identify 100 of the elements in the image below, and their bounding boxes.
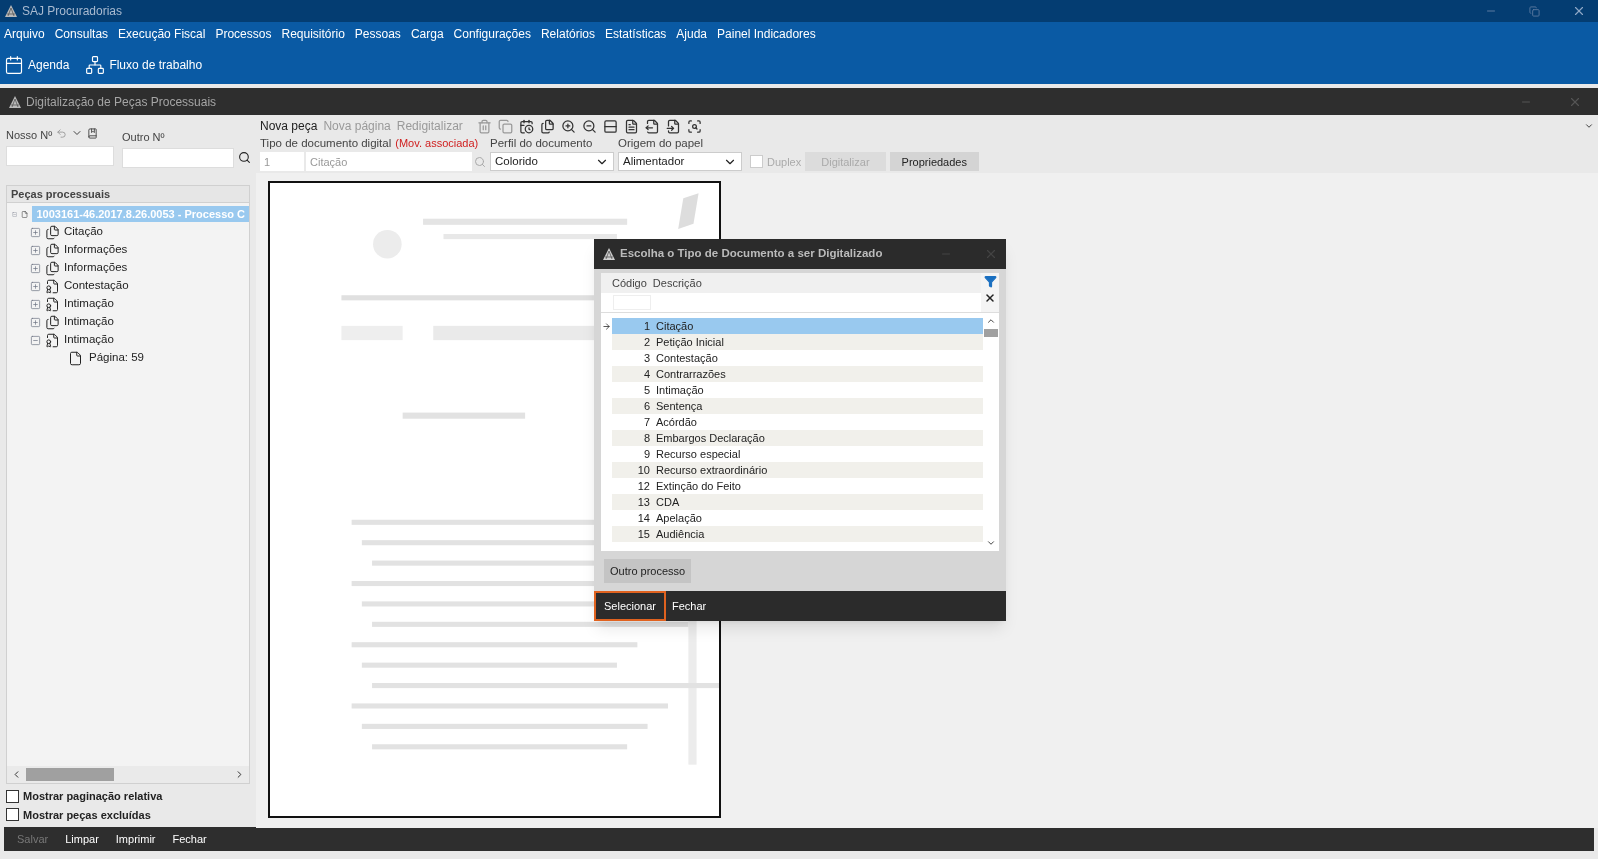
tree-item[interactable]: Intimação: [64, 331, 114, 349]
dropdown-icon[interactable]: [1584, 121, 1594, 131]
menu-item[interactable]: Painel Indicadores: [717, 25, 816, 43]
code-cell-text: 4: [642, 366, 650, 382]
scroll-down-icon[interactable]: [986, 538, 996, 548]
checkbox-label: Mostrar paginação relativa: [23, 789, 163, 804]
tree-item[interactable]: Intimação: [64, 313, 114, 331]
action-button[interactable]: Nova peça: [260, 117, 318, 135]
list-row[interactable]: 15 Audiência: [612, 526, 983, 542]
input-field[interactable]: [6, 145, 114, 166]
tree-item[interactable]: Intimação: [64, 295, 114, 313]
checkbox[interactable]: [6, 789, 19, 803]
list-row[interactable]: 8 Embargos Declaração: [612, 430, 983, 446]
menu-item[interactable]: Execução Fiscal: [118, 25, 206, 43]
filter-icon[interactable]: [983, 275, 997, 288]
menu-item[interactable]: Consultas: [54, 25, 109, 43]
scroll-up-icon[interactable]: [986, 316, 996, 326]
restore-icon[interactable]: [1529, 5, 1540, 17]
code-cell-text: 10: [636, 462, 650, 478]
list-row[interactable]: 6 Sentença: [612, 398, 983, 414]
code-cell-text: 14: [636, 510, 650, 526]
calendar-clock-icon[interactable]: [518, 118, 534, 134]
checkbox-label: Duplex: [767, 154, 802, 170]
column-header[interactable]: Descrição: [652, 274, 702, 292]
list-row[interactable]: 2 Petição Inicial: [612, 334, 983, 350]
dialog-title: Escolha o Tipo de Documento a ser Digitalizado: [620, 246, 883, 262]
expand-icon[interactable]: [30, 316, 41, 328]
documents-icon: [45, 260, 60, 276]
scan-icon[interactable]: [686, 118, 702, 134]
toolbar-button[interactable]: Agenda: [4, 55, 70, 75]
field-label: Origem do papel: [618, 136, 705, 151]
export-icon[interactable]: [644, 118, 660, 134]
tree-item[interactable]: Citação: [64, 223, 103, 241]
menu-item[interactable]: Processos: [215, 25, 272, 43]
zoom-out-icon[interactable]: [581, 118, 597, 134]
bottom-action-button[interactable]: Imprimir: [115, 830, 156, 848]
code-cell-text: 5: [642, 382, 650, 398]
horizontal-scrollbar[interactable]: [7, 766, 249, 783]
document-type-field[interactable]: Citação: [306, 152, 472, 172]
expand-icon[interactable]: [30, 226, 41, 238]
other-process-button[interactable]: Outro processo: [604, 559, 692, 583]
code-cell-text: 15: [636, 526, 650, 542]
page-icon: [68, 350, 83, 366]
list-row[interactable]: 4 Contrarrazões: [612, 366, 983, 382]
files-icon[interactable]: [539, 118, 555, 134]
menu-item[interactable]: Estatísticas: [605, 25, 667, 43]
menu-item[interactable]: Arquivo: [4, 25, 45, 43]
collapse-icon[interactable]: [30, 334, 41, 346]
menu-item[interactable]: Configurações: [453, 25, 531, 43]
notebook-icon[interactable]: [87, 127, 99, 139]
toolbar-button[interactable]: Fluxo de trabalho: [85, 55, 203, 75]
search-icon[interactable]: [238, 151, 251, 164]
zoom-in-icon[interactable]: [560, 118, 576, 134]
expand-icon[interactable]: [30, 262, 41, 274]
tree-item[interactable]: Informações: [64, 241, 128, 259]
trash-icon[interactable]: [476, 118, 492, 134]
tree-item[interactable]: Página: 59: [89, 349, 144, 367]
column-header[interactable]: Código: [612, 274, 647, 292]
menu-item[interactable]: Ajuda: [676, 25, 708, 43]
list-row[interactable]: 10 Recurso extraordinário: [612, 462, 983, 478]
expand-icon[interactable]: [30, 280, 41, 292]
description-cell-text: Acórdão: [656, 414, 697, 430]
fit-page-icon[interactable]: [623, 118, 639, 134]
dropdown[interactable]: Colorido: [490, 152, 614, 172]
app-logo-icon: [602, 247, 616, 261]
tree-item[interactable]: Contestação: [64, 277, 129, 295]
expand-icon[interactable]: [30, 244, 41, 256]
description-cell-text: Extinção do Feito: [656, 478, 741, 494]
code-cell-text: 9: [642, 446, 650, 462]
menu-item[interactable]: Carga: [410, 25, 444, 43]
menu-item[interactable]: Requisitório: [281, 25, 345, 43]
scrollbar-thumb[interactable]: [26, 768, 114, 781]
documents-icon: [45, 314, 60, 330]
close-icon[interactable]: [1572, 4, 1586, 18]
bottom-action-button[interactable]: Fechar: [172, 830, 207, 848]
undo-icon[interactable]: [56, 127, 68, 139]
menu-item[interactable]: Relatórios: [540, 25, 595, 43]
dialog-button[interactable]: Fechar: [666, 591, 713, 621]
certified-document-icon: [45, 332, 60, 348]
description-cell-text: Audiência: [656, 526, 705, 542]
form-button[interactable]: Propriedades: [889, 152, 979, 172]
list-row[interactable]: 13 CDA: [612, 494, 983, 510]
scrollbar-thumb[interactable]: [984, 329, 998, 337]
description-cell-text: Embargos Declaração: [656, 430, 765, 446]
expand-icon[interactable]: [30, 298, 41, 310]
checkbox-label: Mostrar peças excluídas: [23, 807, 151, 823]
menu-item[interactable]: Pessoas: [354, 25, 401, 43]
bottom-action-button[interactable]: Limpar: [65, 830, 99, 848]
dialog-button[interactable]: Selecionar: [594, 591, 666, 621]
clear-filter-icon[interactable]: [984, 292, 996, 304]
copy-icon[interactable]: [497, 118, 513, 134]
input-field[interactable]: [122, 147, 234, 168]
fit-width-icon[interactable]: [602, 118, 618, 134]
dropdown[interactable]: Alimentador: [618, 152, 742, 172]
list-row[interactable]: 1 Citação: [612, 318, 983, 334]
tree-item[interactable]: Informações: [64, 259, 128, 277]
import-icon[interactable]: [665, 118, 681, 134]
checkbox[interactable]: [6, 808, 19, 822]
app-title: SAJ Procuradorias: [22, 3, 123, 20]
description-cell-text: Recurso extraordinário: [656, 462, 768, 478]
